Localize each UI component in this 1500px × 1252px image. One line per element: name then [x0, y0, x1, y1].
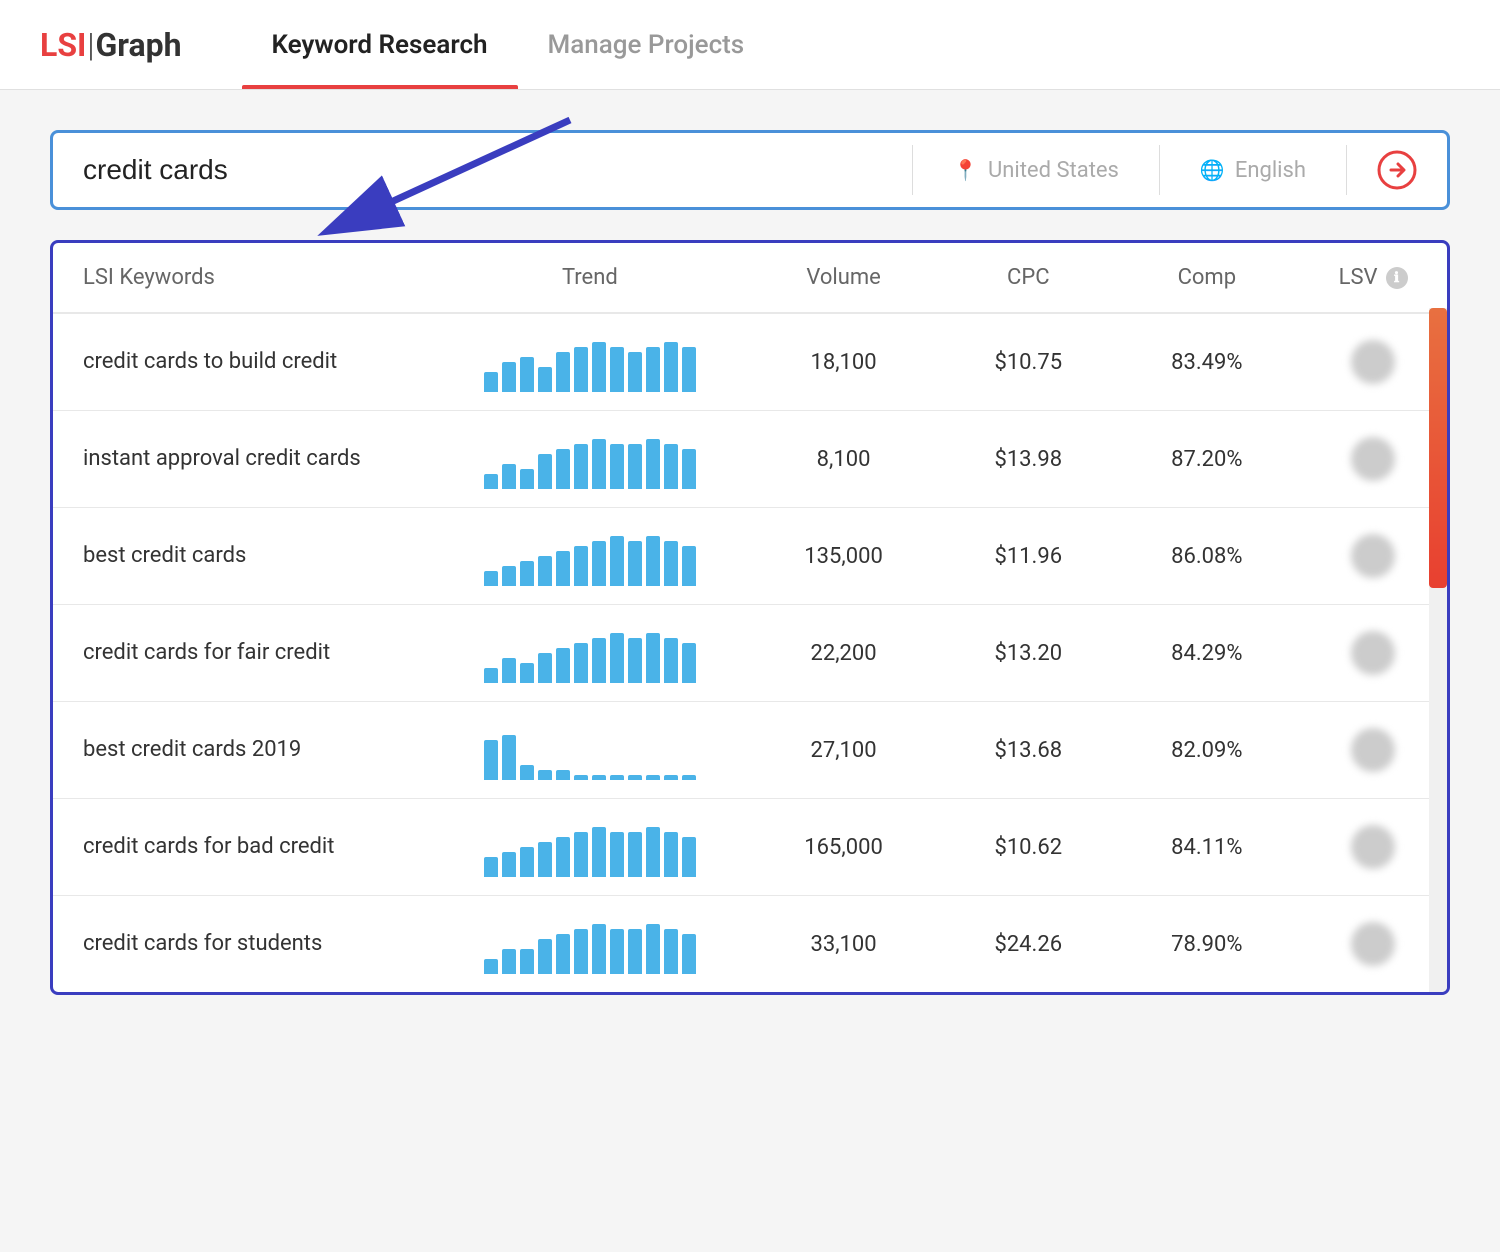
location-pin-icon: 📍 [953, 158, 978, 182]
results-table-wrapper: LSI Keywords Trend Volume CPC Comp [50, 240, 1450, 995]
table-row[interactable]: best credit cards 135,000$11.9686.08% [53, 508, 1447, 605]
keyword-cell: instant approval credit cards [53, 411, 435, 508]
search-submit-button[interactable] [1347, 150, 1447, 190]
search-bar: 📍 United States 🌐 English [50, 130, 1450, 210]
main-content: 📍 United States 🌐 English [0, 90, 1500, 1252]
comp-cell: 83.49% [1114, 313, 1299, 411]
keyword-cell: best credit cards 2019 [53, 702, 435, 799]
lsv-info-icon[interactable]: ℹ [1386, 267, 1408, 289]
volume-cell: 165,000 [745, 799, 942, 896]
trend-cell [435, 605, 745, 702]
keyword-cell: credit cards to build credit [53, 313, 435, 411]
nav-bar: LSI | Graph Keyword Research Manage Proj… [0, 0, 1500, 90]
nav-tabs: Keyword Research Manage Projects [242, 0, 775, 89]
col-header-cpc: CPC [942, 243, 1114, 313]
trend-cell [435, 896, 745, 993]
cpc-cell: $24.26 [942, 896, 1114, 993]
search-language[interactable]: 🌐 English [1160, 158, 1346, 183]
col-header-lsv: LSV ℹ [1299, 243, 1447, 313]
search-input[interactable] [53, 154, 912, 186]
lsv-cell [1299, 605, 1447, 702]
comp-cell: 84.11% [1114, 799, 1299, 896]
keyword-cell: best credit cards [53, 508, 435, 605]
logo-pipe: | [87, 26, 94, 64]
submit-icon [1377, 150, 1417, 190]
trend-cell [435, 313, 745, 411]
logo-lsi: LSI [40, 26, 86, 64]
trend-cell [435, 702, 745, 799]
col-header-keyword: LSI Keywords [53, 243, 435, 313]
col-header-comp: Comp [1114, 243, 1299, 313]
keyword-cell: credit cards for bad credit [53, 799, 435, 896]
volume-cell: 135,000 [745, 508, 942, 605]
results-table: LSI Keywords Trend Volume CPC Comp [53, 243, 1447, 992]
table-row[interactable]: best credit cards 2019 27,100$13.6882.09% [53, 702, 1447, 799]
scrollbar[interactable] [1429, 308, 1447, 992]
table-header-row: LSI Keywords Trend Volume CPC Comp [53, 243, 1447, 313]
comp-cell: 78.90% [1114, 896, 1299, 993]
volume-cell: 27,100 [745, 702, 942, 799]
logo-graph: Graph [95, 26, 181, 64]
lsv-cell [1299, 799, 1447, 896]
tab-manage-projects[interactable]: Manage Projects [518, 0, 775, 89]
table-row[interactable]: instant approval credit cards 8,100$13.98… [53, 411, 1447, 508]
logo: LSI | Graph [40, 26, 182, 64]
table-row[interactable]: credit cards for students 33,100$24.2678.… [53, 896, 1447, 993]
volume-cell: 18,100 [745, 313, 942, 411]
volume-cell: 22,200 [745, 605, 942, 702]
globe-icon: 🌐 [1200, 158, 1225, 182]
col-header-volume: Volume [745, 243, 942, 313]
lsv-cell [1299, 702, 1447, 799]
table-row[interactable]: credit cards to build credit 18,100$10.75… [53, 313, 1447, 411]
volume-cell: 33,100 [745, 896, 942, 993]
tab-keyword-research[interactable]: Keyword Research [242, 0, 518, 89]
trend-cell [435, 799, 745, 896]
scroll-thumb[interactable] [1429, 308, 1447, 588]
keyword-cell: credit cards for students [53, 896, 435, 993]
trend-cell [435, 508, 745, 605]
cpc-cell: $11.96 [942, 508, 1114, 605]
comp-cell: 86.08% [1114, 508, 1299, 605]
cpc-cell: $13.20 [942, 605, 1114, 702]
search-location[interactable]: 📍 United States [913, 158, 1159, 183]
comp-cell: 82.09% [1114, 702, 1299, 799]
lsv-cell [1299, 508, 1447, 605]
cpc-cell: $13.98 [942, 411, 1114, 508]
keyword-cell: credit cards for fair credit [53, 605, 435, 702]
table-row[interactable]: credit cards for bad credit 165,000$10.62… [53, 799, 1447, 896]
lsv-cell [1299, 313, 1447, 411]
table-row[interactable]: credit cards for fair credit 22,200$13.20… [53, 605, 1447, 702]
lsv-cell [1299, 411, 1447, 508]
comp-cell: 87.20% [1114, 411, 1299, 508]
comp-cell: 84.29% [1114, 605, 1299, 702]
cpc-cell: $10.62 [942, 799, 1114, 896]
col-header-trend: Trend [435, 243, 745, 313]
cpc-cell: $13.68 [942, 702, 1114, 799]
trend-cell [435, 411, 745, 508]
cpc-cell: $10.75 [942, 313, 1114, 411]
lsv-cell [1299, 896, 1447, 993]
volume-cell: 8,100 [745, 411, 942, 508]
